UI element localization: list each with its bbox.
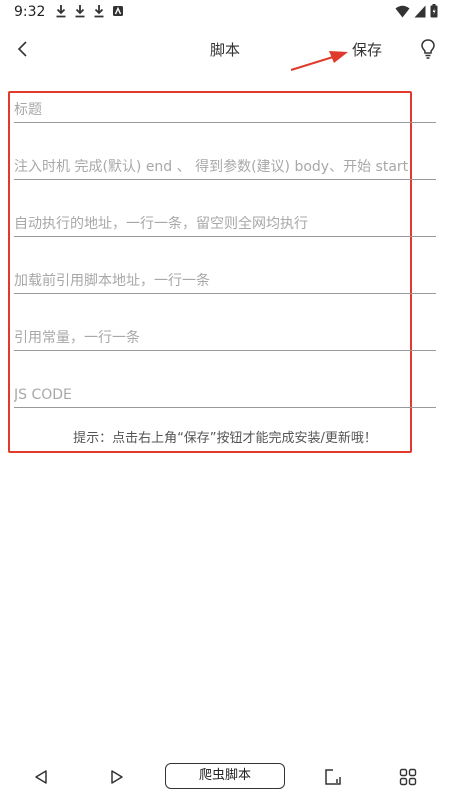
status-system-icons — [395, 4, 438, 18]
bottom-toolbar: 爬虫脚本 — [0, 756, 450, 796]
back-button[interactable] — [10, 36, 36, 62]
tabs-icon — [325, 769, 341, 785]
battery-icon — [430, 4, 438, 18]
status-time: 9:32 — [14, 4, 46, 20]
grid-menu-icon — [399, 768, 417, 786]
title-field[interactable] — [14, 89, 436, 123]
tip-button[interactable] — [417, 35, 439, 63]
lightbulb-icon — [421, 39, 435, 59]
js-code-field[interactable] — [14, 374, 436, 408]
constants-field[interactable] — [14, 317, 436, 351]
address-bar[interactable]: 爬虫脚本 — [165, 763, 285, 789]
back-triangle-icon — [35, 770, 47, 784]
app-header: 脚本 保存 — [0, 24, 450, 74]
chevron-left-icon — [17, 41, 27, 57]
forward-nav-button[interactable] — [104, 764, 130, 790]
wifi-icon — [395, 5, 410, 17]
save-button[interactable]: 保存 — [352, 39, 382, 60]
download-icon — [94, 5, 104, 18]
constants-input[interactable] — [14, 330, 436, 346]
auto-run-urls-field[interactable] — [14, 203, 436, 237]
menu-button[interactable] — [395, 764, 421, 790]
inject-timing-field[interactable] — [14, 146, 436, 180]
cellular-signal-icon — [414, 5, 426, 17]
forward-triangle-icon — [111, 770, 123, 784]
auto-run-urls-input[interactable] — [14, 216, 436, 232]
inject-timing-input[interactable] — [14, 159, 436, 175]
tabs-button[interactable] — [320, 764, 346, 790]
status-bar: 9:32 — [0, 0, 450, 24]
back-nav-button[interactable] — [28, 764, 54, 790]
js-code-input[interactable] — [14, 387, 436, 403]
page-title: 脚本 — [209, 41, 240, 59]
preload-scripts-field[interactable] — [14, 260, 436, 294]
app-notification-icon — [113, 6, 123, 16]
download-icon — [56, 5, 66, 18]
title-input[interactable] — [14, 102, 436, 118]
download-icon — [75, 5, 85, 18]
save-hint-text: 提示：点击右上角“保存”按钮才能完成安装/更新哦！ — [73, 431, 377, 446]
preload-scripts-input[interactable] — [14, 273, 436, 289]
status-notification-icons — [55, 4, 124, 18]
